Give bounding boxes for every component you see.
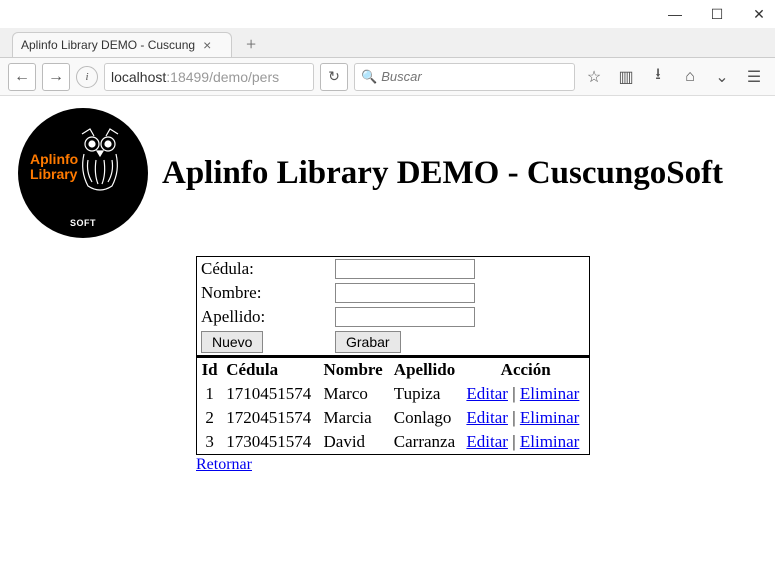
page-title: Aplinfo Library DEMO - CuscungoSoft [162, 155, 723, 192]
logo-soft: SOFT [70, 218, 96, 228]
search-input[interactable] [381, 69, 568, 84]
nombre-label: Nombre: [201, 283, 331, 303]
edit-link[interactable]: Editar [466, 408, 508, 427]
page-header: AplinfoLibrary SOFT Aplinfo Library DEMO… [18, 108, 757, 238]
home-icon[interactable]: ⌂ [677, 64, 703, 90]
close-window-button[interactable]: ✕ [751, 6, 767, 22]
cell-nombre: David [320, 430, 390, 455]
th-accion: Acción [462, 357, 589, 382]
cell-nombre: Marco [320, 382, 390, 406]
new-tab-button[interactable]: + [238, 32, 264, 57]
logo: AplinfoLibrary SOFT [18, 108, 148, 238]
close-tab-icon[interactable]: × [203, 37, 211, 53]
table-row: 11710451574MarcoTupizaEditar | Eliminar [197, 382, 590, 406]
reader-icon[interactable]: ▥ [613, 64, 639, 90]
tab-bar: Aplinfo Library DEMO - Cuscung × + [0, 28, 775, 58]
cell-cedula: 1710451574 [222, 382, 319, 406]
menu-icon[interactable]: ☰ [741, 64, 767, 90]
th-apellido: Apellido [390, 357, 463, 382]
downloads-icon[interactable]: ⭳ [645, 64, 671, 90]
browser-tab[interactable]: Aplinfo Library DEMO - Cuscung × [12, 32, 232, 57]
form-area: Cédula: Nombre: Apellido: Nuevo Grabar I… [196, 256, 590, 474]
cedula-label: Cédula: [201, 259, 331, 279]
site-info-icon[interactable]: i [76, 66, 98, 88]
url-input[interactable]: localhost:18499/demo/pers [104, 63, 314, 91]
forward-button[interactable]: → [42, 63, 70, 91]
cell-id: 2 [197, 406, 223, 430]
nuevo-button[interactable]: Nuevo [201, 331, 263, 353]
nombre-input[interactable] [335, 283, 475, 303]
retornar-link[interactable]: Retornar [196, 456, 252, 473]
bookmark-icon[interactable]: ☆ [581, 64, 607, 90]
cedula-input[interactable] [335, 259, 475, 279]
cell-cedula: 1730451574 [222, 430, 319, 455]
form-table: Cédula: Nombre: Apellido: Nuevo Grabar [196, 256, 590, 356]
url-bar: ← → i localhost:18499/demo/pers ↻ 🔍 ☆ ▥ … [0, 58, 775, 96]
minimize-button[interactable]: — [667, 6, 683, 22]
cell-accion: Editar | Eliminar [462, 406, 589, 430]
th-id: Id [197, 357, 223, 382]
data-table: Id Cédula Nombre Apellido Acción 1171045… [196, 356, 590, 455]
search-box[interactable]: 🔍 [354, 63, 575, 91]
cell-accion: Editar | Eliminar [462, 430, 589, 455]
back-button[interactable]: ← [8, 63, 36, 91]
delete-link[interactable]: Eliminar [520, 432, 579, 451]
edit-link[interactable]: Editar [466, 432, 508, 451]
cell-accion: Editar | Eliminar [462, 382, 589, 406]
cell-cedula: 1720451574 [222, 406, 319, 430]
maximize-button[interactable]: ☐ [709, 6, 725, 22]
apellido-label: Apellido: [201, 307, 331, 327]
window-controls: — ☐ ✕ [0, 0, 775, 28]
owl-icon [70, 126, 130, 196]
page-content: AplinfoLibrary SOFT Aplinfo Library DEMO… [0, 96, 775, 486]
tab-title: Aplinfo Library DEMO - Cuscung [21, 38, 195, 52]
url-host: localhost [111, 69, 166, 85]
delete-link[interactable]: Eliminar [520, 408, 579, 427]
reload-button[interactable]: ↻ [320, 63, 348, 91]
delete-link[interactable]: Eliminar [520, 384, 579, 403]
url-rest: :18499/demo/pers [166, 69, 279, 85]
cell-id: 1 [197, 382, 223, 406]
table-row: 21720451574MarciaConlagoEditar | Elimina… [197, 406, 590, 430]
th-nombre: Nombre [320, 357, 390, 382]
table-header-row: Id Cédula Nombre Apellido Acción [197, 357, 590, 382]
cell-apellido: Tupiza [390, 382, 463, 406]
search-icon: 🔍 [361, 69, 377, 85]
edit-link[interactable]: Editar [466, 384, 508, 403]
cell-id: 3 [197, 430, 223, 455]
th-cedula: Cédula [222, 357, 319, 382]
cell-apellido: Carranza [390, 430, 463, 455]
table-row: 31730451574DavidCarranzaEditar | Elimina… [197, 430, 590, 455]
pocket-icon[interactable]: ⌄ [709, 64, 735, 90]
apellido-input[interactable] [335, 307, 475, 327]
grabar-button[interactable]: Grabar [335, 331, 401, 353]
cell-apellido: Conlago [390, 406, 463, 430]
cell-nombre: Marcia [320, 406, 390, 430]
